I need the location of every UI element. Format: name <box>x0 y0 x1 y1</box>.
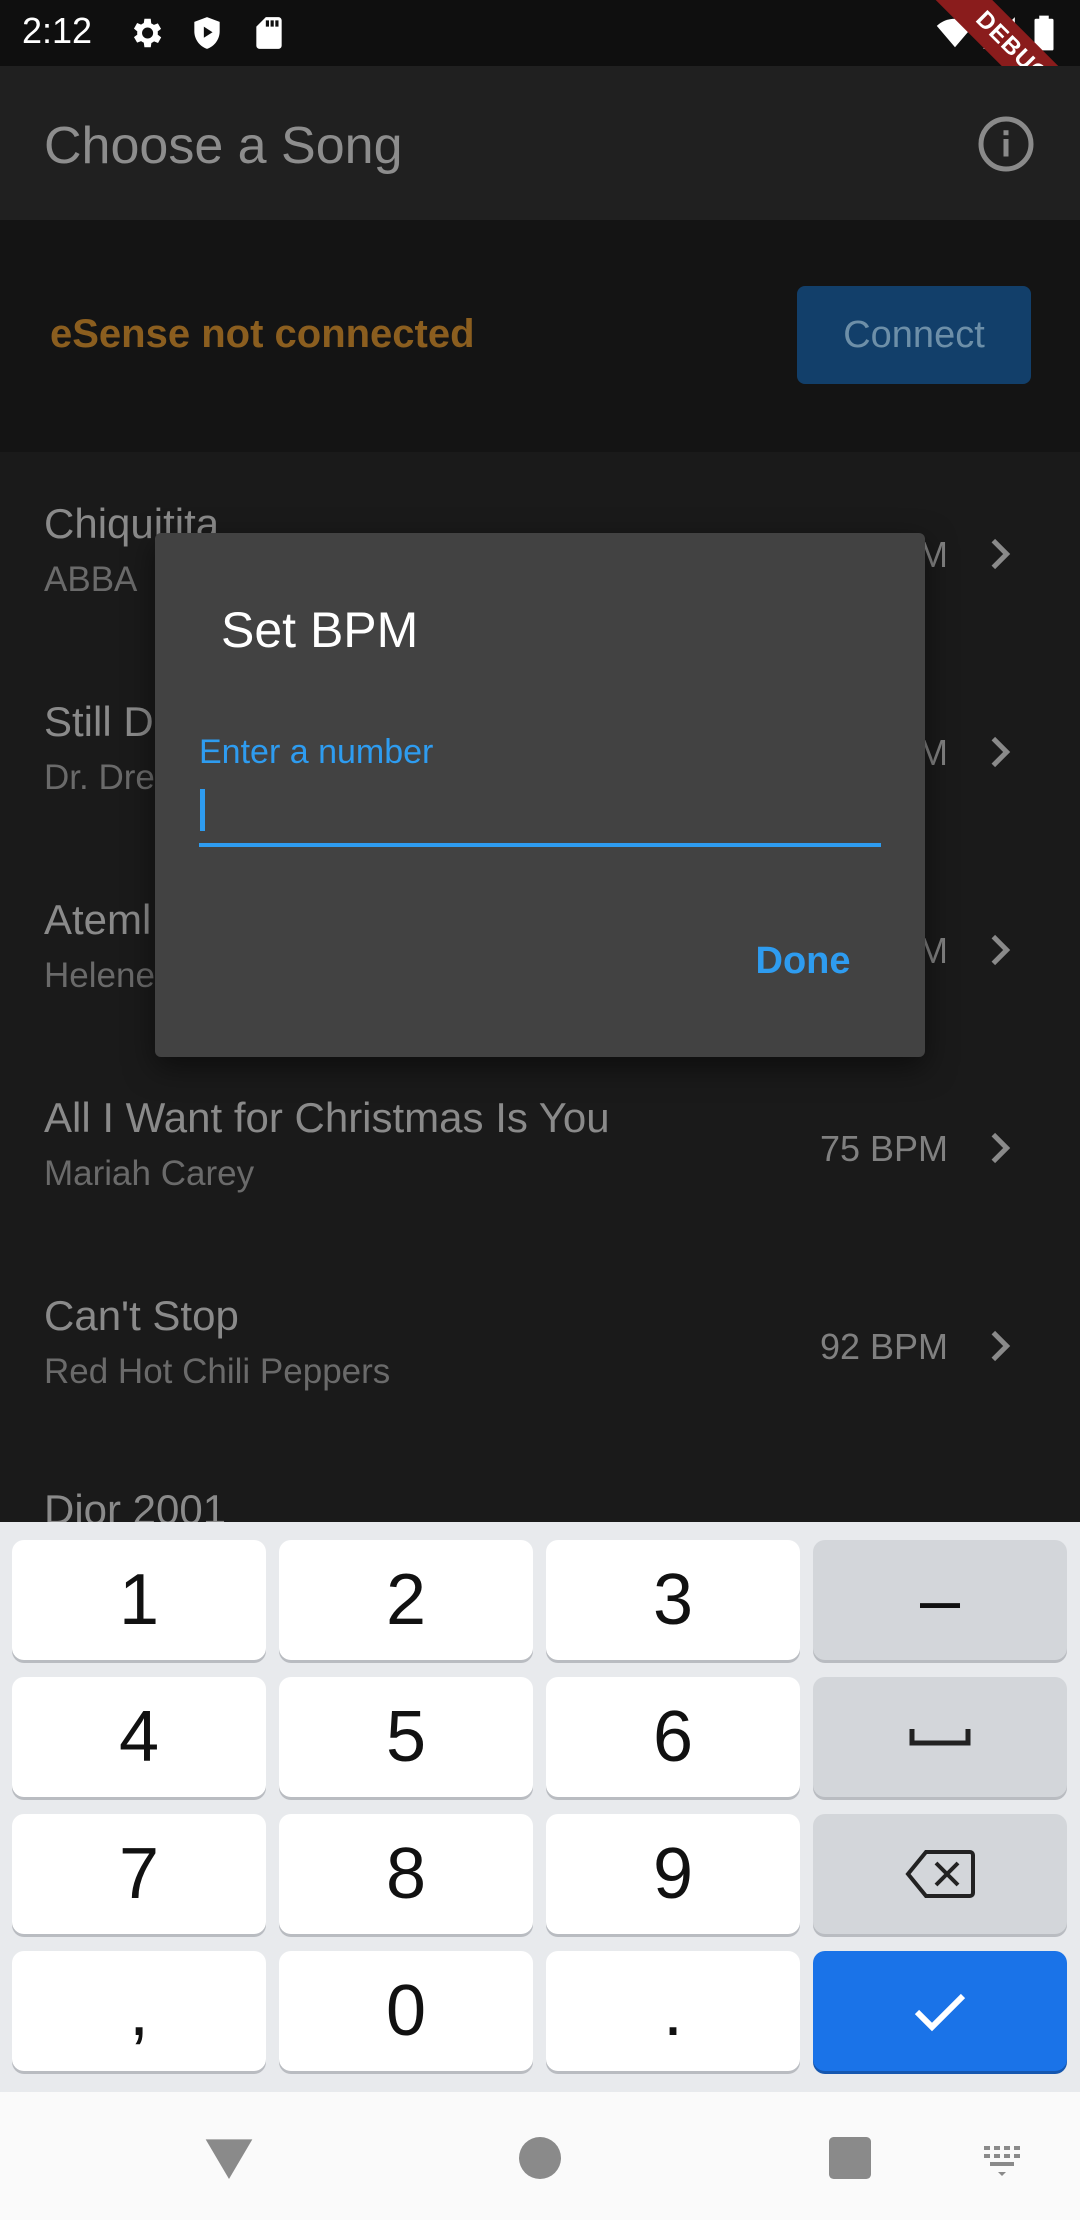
song-bpm: 92 BPM <box>819 1326 948 1367</box>
song-title: Can't Stop <box>44 1292 239 1339</box>
status-time: 2:12 <box>22 10 93 51</box>
set-bpm-dialog: Set BPM Enter a number Done <box>155 533 925 1057</box>
key-comma[interactable]: , <box>12 1951 266 2071</box>
key-1[interactable]: 1 <box>12 1540 266 1660</box>
check-icon <box>914 1993 966 2032</box>
sd-card-icon <box>256 17 282 49</box>
chevron-right-icon <box>991 934 1011 966</box>
navigation-bar <box>0 2092 1080 2220</box>
key-2[interactable]: 2 <box>279 1540 533 1660</box>
space-key[interactable] <box>813 1677 1067 1797</box>
shield-play-icon <box>194 17 220 49</box>
song-title: All I Want for Christmas Is You <box>44 1094 610 1141</box>
app-bar: Choose a Song <box>0 66 1080 220</box>
chevron-right-icon <box>991 736 1011 768</box>
connection-panel: eSense not connected Connect <box>0 220 1080 452</box>
backspace-key[interactable] <box>813 1814 1067 1934</box>
key-0[interactable]: 0 <box>279 1951 533 2071</box>
song-list-item[interactable]: Can't Stop Red Hot Chili Peppers 92 BPM <box>0 1244 1080 1442</box>
key-period[interactable]: . <box>546 1951 800 2071</box>
status-bar: 2:12 DEBUG <box>0 0 1080 147</box>
bpm-input[interactable] <box>199 777 881 847</box>
bpm-input-label: Enter a number <box>199 733 434 771</box>
song-artist: ABBA <box>44 560 138 599</box>
enter-key[interactable] <box>813 1951 1067 2071</box>
key-4[interactable]: 4 <box>12 1677 266 1797</box>
chevron-right-icon <box>991 1132 1011 1164</box>
info-icon[interactable] <box>976 114 1036 174</box>
key-5[interactable]: 5 <box>279 1677 533 1797</box>
back-triangle-icon[interactable] <box>201 2130 257 2186</box>
song-artist: Mariah Carey <box>44 1154 255 1193</box>
connection-status: eSense not connected <box>50 312 475 356</box>
key-9[interactable]: 9 <box>546 1814 800 1934</box>
dialog-title: Set BPM <box>221 602 419 658</box>
song-title: Ateml <box>44 896 152 943</box>
numeric-keyboard: 1 2 3 – 4 5 6 7 8 9 , 0 . <box>0 1522 1080 2092</box>
home-circle-icon[interactable] <box>512 2130 568 2186</box>
done-button[interactable]: Done <box>723 921 883 1001</box>
song-title: Still D <box>44 698 154 745</box>
keyboard-switch-icon[interactable] <box>980 2130 1028 2186</box>
connect-button[interactable]: Connect <box>797 286 1031 384</box>
backspace-icon <box>905 1850 975 1898</box>
gear-icon <box>133 18 162 48</box>
text-cursor <box>200 789 205 831</box>
key-7[interactable]: 7 <box>12 1814 266 1934</box>
page-title: Choose a Song <box>44 117 403 175</box>
song-artist: Dr. Dre <box>44 758 155 797</box>
space-icon <box>909 1729 971 1746</box>
chevron-right-icon <box>991 1330 1011 1362</box>
key-6[interactable]: 6 <box>546 1677 800 1797</box>
screen: 2:12 DEBUG Choose a Song eSense not conn… <box>0 0 1080 2220</box>
song-artist: Red Hot Chili Peppers <box>44 1352 391 1391</box>
song-artist: Helene <box>44 956 155 995</box>
key-8[interactable]: 8 <box>279 1814 533 1934</box>
chevron-right-icon <box>991 538 1011 570</box>
song-bpm: 75 BPM <box>819 1128 948 1169</box>
key-3[interactable]: 3 <box>546 1540 800 1660</box>
song-list-item[interactable]: All I Want for Christmas Is You Mariah C… <box>0 1046 1080 1244</box>
recents-square-icon[interactable] <box>822 2130 878 2186</box>
key-minus[interactable]: – <box>813 1540 1067 1660</box>
